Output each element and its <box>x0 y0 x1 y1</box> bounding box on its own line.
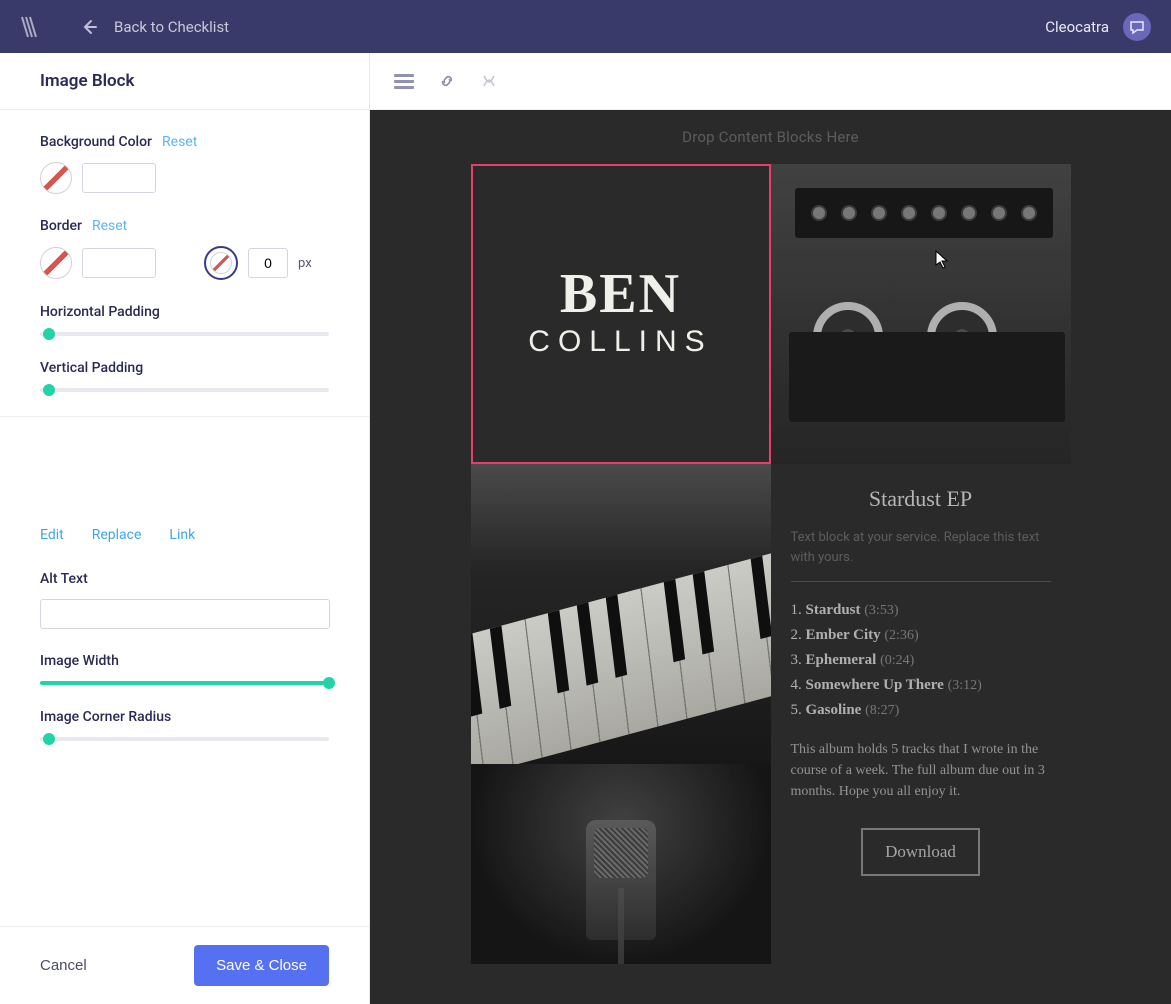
bg-color-input[interactable] <box>82 163 156 193</box>
border-reset[interactable]: Reset <box>92 218 127 234</box>
arrow-left-icon <box>80 18 98 36</box>
image-block-piano[interactable] <box>471 464 771 764</box>
back-label: Back to Checklist <box>114 18 229 36</box>
h-padding-label: Horizontal Padding <box>40 304 160 320</box>
image-block-logo[interactable]: BEN COLLINS <box>471 164 771 464</box>
divider-line <box>791 581 1051 582</box>
track-item: 5. Gasoline (8:27) <box>791 702 1051 719</box>
canvas-toolbar <box>370 53 1171 110</box>
panel-title: Image Block <box>0 53 369 110</box>
album-description: This album holds 5 tracks that I wrote i… <box>791 739 1051 802</box>
chat-button[interactable] <box>1123 13 1151 41</box>
alt-text-input[interactable] <box>40 599 330 629</box>
image-width-label: Image Width <box>40 653 119 669</box>
border-label: Border <box>40 218 82 234</box>
corner-radius-label: Image Corner Radius <box>40 709 171 725</box>
border-color-none-swatch[interactable] <box>40 247 72 279</box>
bg-color-none-swatch[interactable] <box>40 162 72 194</box>
current-user-name[interactable]: Cleocatra <box>1045 18 1109 36</box>
save-and-close-button[interactable]: Save & Close <box>194 945 329 986</box>
track-list: 1. Stardust (3:53) 2. Ember City (2:36) 3.… <box>791 602 1051 719</box>
border-width-unit: px <box>298 256 312 271</box>
bg-color-label: Background Color <box>40 134 152 150</box>
border-style-swatch[interactable] <box>204 246 238 280</box>
border-width-input[interactable] <box>248 248 288 278</box>
blocks-menu-icon[interactable] <box>394 71 414 92</box>
email-canvas[interactable]: Drop Content Blocks Here BEN COLLINS <box>370 110 1171 1004</box>
back-to-checklist-link[interactable]: Back to Checklist <box>80 18 229 36</box>
v-padding-slider[interactable] <box>40 388 329 392</box>
logo-text-bottom: COLLINS <box>528 325 712 359</box>
inspector-panel: Image Block Background Color Reset Borde… <box>0 53 370 1004</box>
design-tool-icon[interactable] <box>480 72 498 90</box>
top-bar: Back to Checklist Cleocatra <box>0 0 1171 53</box>
album-title: Stardust EP <box>791 486 1051 512</box>
link-tool-icon[interactable] <box>438 72 456 90</box>
track-item: 1. Stardust (3:53) <box>791 602 1051 619</box>
panel-divider <box>0 416 369 417</box>
chat-icon <box>1129 19 1145 35</box>
image-replace-link[interactable]: Replace <box>92 527 142 543</box>
download-button[interactable]: Download <box>861 828 980 876</box>
image-block-tape-recorder[interactable] <box>771 164 1071 464</box>
border-color-input[interactable] <box>82 248 156 278</box>
image-link-link[interactable]: Link <box>169 527 195 543</box>
h-padding-slider[interactable] <box>40 332 329 336</box>
app-logo <box>20 15 40 39</box>
logo-text-top: BEN <box>560 269 681 319</box>
text-block-tracklist[interactable]: Stardust EP Text block at your service. … <box>771 464 1071 964</box>
corner-radius-slider[interactable] <box>40 737 329 741</box>
canvas-area: Drop Content Blocks Here BEN COLLINS <box>370 53 1171 1004</box>
track-item: 3. Ephemeral (0:24) <box>791 652 1051 669</box>
drop-zone-hint: Drop Content Blocks Here <box>370 110 1171 164</box>
track-item: 2. Ember City (2:36) <box>791 627 1051 644</box>
v-padding-label: Vertical Padding <box>40 360 143 376</box>
placeholder-text: Text block at your service. Replace this… <box>791 528 1051 567</box>
alt-text-label: Alt Text <box>40 571 88 587</box>
image-edit-link[interactable]: Edit <box>40 527 64 543</box>
image-block-microphone[interactable] <box>471 764 771 964</box>
image-width-slider[interactable] <box>40 681 329 685</box>
bg-color-reset[interactable]: Reset <box>162 134 197 150</box>
track-item: 4. Somewhere Up There (3:12) <box>791 677 1051 694</box>
cancel-button[interactable]: Cancel <box>40 957 87 974</box>
